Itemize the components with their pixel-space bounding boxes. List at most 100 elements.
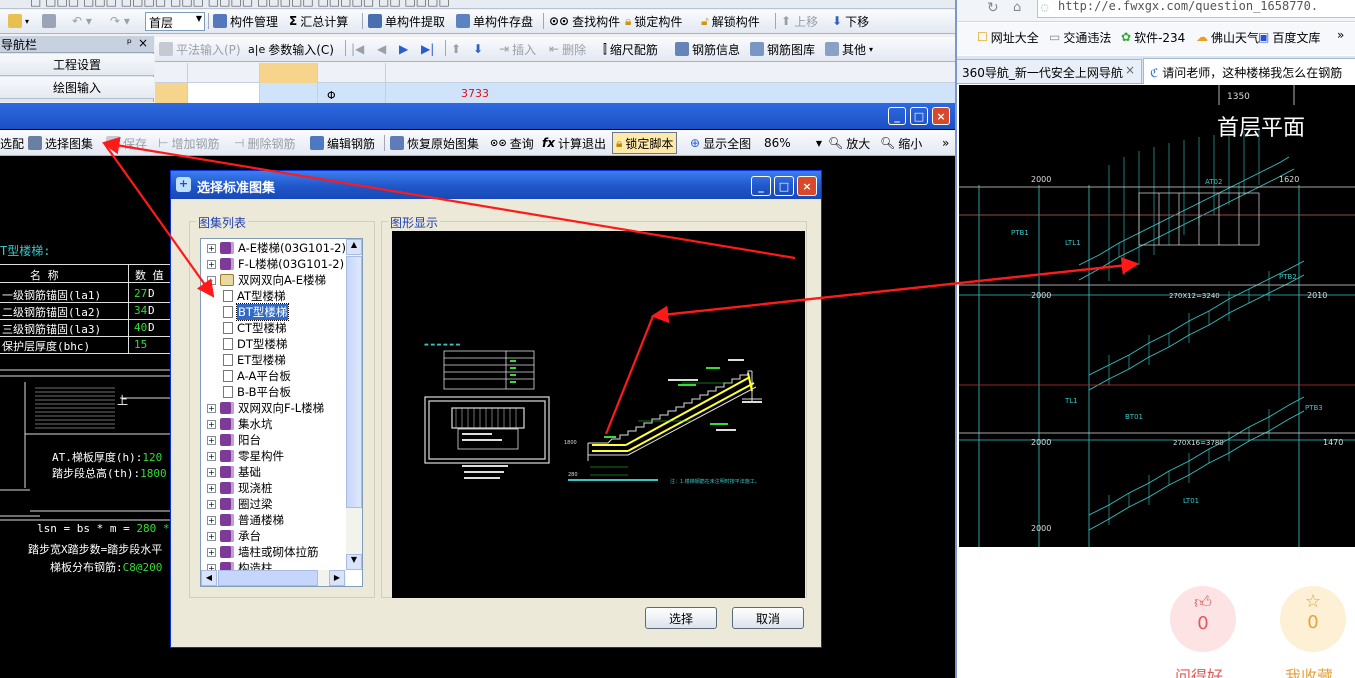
overflow-icon[interactable]: » <box>942 132 949 154</box>
expand-icon[interactable]: + <box>207 483 216 493</box>
param-value[interactable]: 27 <box>134 287 147 300</box>
close-icon[interactable]: × <box>797 176 817 196</box>
select-atlas-button[interactable]: 选择图集 <box>28 132 93 154</box>
refresh-icon[interactable]: ↻ <box>987 0 999 16</box>
expand-icon[interactable]: + <box>207 499 216 509</box>
save-component-button[interactable]: 单构件存盘 <box>456 10 533 32</box>
extract-component-button[interactable]: 单构件提取 <box>368 10 445 32</box>
component-manage-button[interactable]: 构件管理 <box>213 10 278 32</box>
param-value[interactable]: 15 <box>134 338 147 351</box>
scroll-hthumb[interactable] <box>218 570 318 586</box>
tree-item[interactable]: + 双网双向F-L楼梯 <box>207 400 324 416</box>
tree-item[interactable]: + 普通楼梯 <box>207 512 284 528</box>
prev-record-icon[interactable]: ◀ <box>377 38 386 60</box>
tab-question[interactable]: ℭ 请问老师，这种楼梯我怎么在钢筋 <box>1143 58 1355 84</box>
expand-icon[interactable]: + <box>207 435 216 445</box>
expand-icon[interactable]: + <box>207 419 216 429</box>
overflow-icon[interactable]: » <box>1337 28 1344 42</box>
tree-item[interactable]: AT型楼梯 <box>223 288 286 304</box>
param-value[interactable]: 34 <box>134 304 147 317</box>
next-record-icon[interactable]: ▶ <box>399 38 408 60</box>
query-button[interactable]: ⊙⊙ 查询 <box>490 132 534 154</box>
scroll-up-icon[interactable]: ▲ <box>346 239 362 255</box>
move-up-button[interactable]: ⬆ 上移 <box>781 10 818 32</box>
expand-icon[interactable]: + <box>207 547 216 557</box>
match-button[interactable]: 选配 <box>0 132 24 154</box>
collapse-icon[interactable]: - <box>207 275 216 285</box>
maximize-icon[interactable]: □ <box>910 107 928 125</box>
home-icon[interactable]: ⌂ <box>1013 0 1021 15</box>
select-button[interactable]: 选择 <box>645 607 717 629</box>
rebar-library-button[interactable]: 钢筋图库 <box>750 38 815 60</box>
vertical-scrollbar[interactable]: ▲ ▼ <box>346 239 362 570</box>
maximize-icon[interactable]: □ <box>774 176 794 196</box>
minimize-icon[interactable]: _ <box>888 107 906 125</box>
tree-item[interactable]: + 基础 <box>207 464 261 480</box>
show-all-button[interactable]: ⊕ 显示全图 <box>690 132 751 154</box>
expand-icon[interactable]: + <box>207 515 216 525</box>
tree-item[interactable]: BT型楼梯 <box>223 303 290 321</box>
open-icon[interactable]: ▾ <box>8 10 29 32</box>
edit-rebar-button[interactable]: 编辑钢筋 <box>310 132 375 154</box>
save-button[interactable]: 保存 <box>106 132 147 154</box>
nav-item-drawing-input[interactable]: 绘图输入 <box>0 77 154 99</box>
plan-input-button[interactable]: 平法输入(P) <box>159 38 241 60</box>
tree-item[interactable]: - 双网双向A-E楼梯 <box>207 272 326 288</box>
bookmark-link-0[interactable]: ☐ 网址大全 <box>977 28 1039 46</box>
expand-icon[interactable]: + <box>207 531 216 541</box>
add-rebar-button[interactable]: ⊢ 增加钢筋 <box>158 132 219 154</box>
lock-component-button[interactable]: 🔒︎ 锁定构件 <box>625 10 682 32</box>
unlock-component-button[interactable]: 🔓︎ 解锁构件 <box>701 10 760 32</box>
bookmark-link-4[interactable]: ▣ 百度文库 <box>1258 28 1320 46</box>
zoom-out-button[interactable]: 🔍︎ 缩小 <box>880 132 922 154</box>
bookmark-link-3[interactable]: ☁ 佛山天气 <box>1196 28 1259 46</box>
tree-item[interactable]: + A-E楼梯(03G101-2) <box>207 240 346 256</box>
like-button[interactable]: 👍︎ 0 <box>1170 586 1236 652</box>
summary-calc-button[interactable]: Σ 汇总计算 <box>289 10 348 32</box>
last-record-icon[interactable]: ▶| <box>421 38 434 60</box>
scale-rebar-button[interactable]: ⫿ 缩尺配筋 <box>603 38 658 60</box>
first-record-icon[interactable]: |◀ <box>351 38 364 60</box>
bookmark-link-1[interactable]: ▭ 交通违法 <box>1049 28 1111 46</box>
scroll-left-icon[interactable]: ◀ <box>201 570 217 586</box>
scroll-down-icon[interactable]: ▼ <box>346 554 362 570</box>
nav-item-project-settings[interactable]: 工程设置 <box>0 54 154 76</box>
zoom-in-button[interactable]: 🔍︎ 放大 <box>828 132 870 154</box>
thickness-value[interactable]: 120 <box>142 451 162 464</box>
expand-icon[interactable]: + <box>207 243 216 253</box>
address-bar[interactable]: ◌ http://e.fwxgx.com/question_1658770. <box>1037 0 1355 18</box>
calc-exit-button[interactable]: fx 计算退出 <box>542 132 606 154</box>
tree-item[interactable]: A-A平台板 <box>223 368 291 384</box>
find-component-button[interactable]: ⊙⊙ 查找构件 <box>549 10 620 32</box>
insert-button[interactable]: ⇥ 插入 <box>499 38 536 60</box>
close-icon[interactable]: × <box>932 107 950 125</box>
other-button[interactable]: 其他 ▾ <box>825 38 873 60</box>
rebar-info-button[interactable]: 钢筋信息 <box>675 38 740 60</box>
atlas-tree[interactable]: + A-E楼梯(03G101-2) + F-L楼梯(03G101-2) - 双网双向A-E… <box>200 238 363 587</box>
expand-icon[interactable]: + <box>207 259 216 269</box>
expand-icon[interactable]: + <box>207 467 216 477</box>
lock-script-button[interactable]: 🔒︎ 锁定脚本 <box>612 132 678 154</box>
tab-360[interactable]: 360导航_新一代安全上网导航 × <box>957 59 1142 83</box>
close-icon[interactable]: × <box>1125 63 1135 77</box>
expand-icon[interactable]: + <box>207 451 216 461</box>
tree-item[interactable]: CT型楼梯 <box>223 320 287 336</box>
bookmark-link-2[interactable]: ✿ 软件-234 <box>1121 28 1185 46</box>
tree-item[interactable]: + 零星构件 <box>207 448 284 464</box>
tree-item[interactable]: + 阳台 <box>207 432 261 448</box>
minimize-icon[interactable]: _ <box>751 176 771 196</box>
param-value[interactable]: 40 <box>134 321 147 334</box>
down-arrow-icon[interactable]: ⬇ <box>473 38 483 60</box>
expand-icon[interactable]: + <box>207 403 216 413</box>
undo-icon[interactable]: ↶ ▾ <box>72 10 92 32</box>
delete-button[interactable]: ⇤ 删除 <box>549 38 586 60</box>
scroll-right-icon[interactable]: ▶ <box>329 570 345 586</box>
distribution-rebar-value[interactable]: C8@200 <box>123 561 163 574</box>
save-icon[interactable] <box>42 10 56 32</box>
restore-atlas-button[interactable]: 恢复原始图集 <box>390 132 479 154</box>
tree-item[interactable]: B-B平台板 <box>223 384 291 400</box>
close-icon[interactable]: × <box>138 36 148 50</box>
tree-item[interactable]: + 现浇桩 <box>207 480 273 496</box>
tree-item[interactable]: + 集水坑 <box>207 416 273 432</box>
redo-icon[interactable]: ↷ ▾ <box>110 10 130 32</box>
